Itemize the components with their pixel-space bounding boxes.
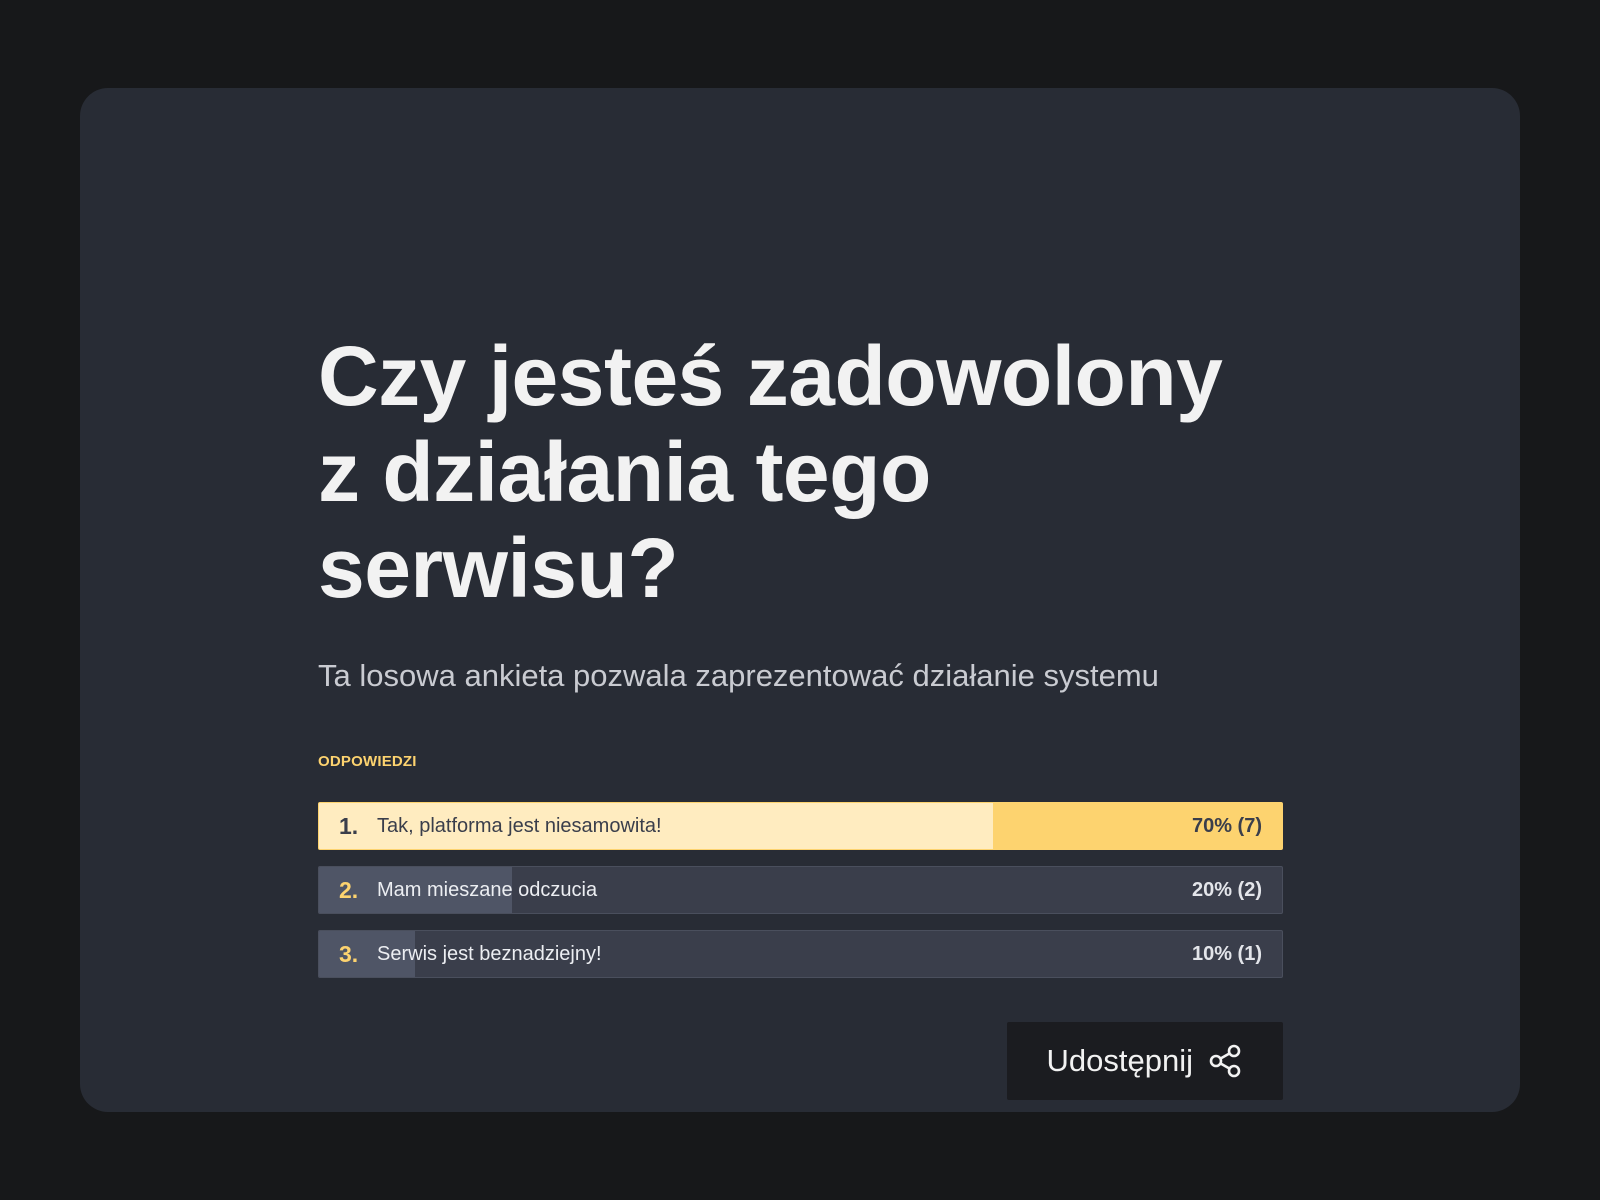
poll-description: Ta losowa ankieta pozwala zaprezentować … [318, 658, 1159, 693]
answers-heading: ODPOWIEDZI [318, 753, 417, 770]
answers-list: 1. Tak, platforma jest niesamowita! 70% … [318, 802, 1283, 978]
answer-number: 2. [339, 877, 359, 903]
answer-label: Mam mieszane odczucia [377, 879, 598, 901]
answer-number: 3. [339, 941, 359, 967]
share-icon [1207, 1043, 1243, 1079]
poll-content: Czy jesteś zadowolony z działania tego s… [318, 328, 1283, 1100]
share-row: Udostępnij [318, 1022, 1283, 1100]
answer-label: Tak, platforma jest niesamowita! [377, 815, 662, 837]
share-button[interactable]: Udostępnij [1006, 1022, 1283, 1100]
answer-label: Serwis jest beznadziejny! [377, 943, 602, 965]
poll-card: Czy jesteś zadowolony z działania tego s… [80, 88, 1520, 1112]
answer-result: 10% (1) [1191, 943, 1262, 965]
answer-result: 20% (2) [1191, 879, 1262, 901]
answer-result: 70% (7) [1191, 815, 1262, 837]
answer-row[interactable]: 1. Tak, platforma jest niesamowita! 70% … [318, 802, 1283, 850]
answer-number: 1. [339, 813, 359, 839]
share-button-label: Udostępnij [1046, 1043, 1193, 1078]
answer-row[interactable]: 3. Serwis jest beznadziejny! 10% (1) [318, 930, 1283, 978]
poll-question: Czy jesteś zadowolony z działania tego s… [318, 329, 1223, 615]
answer-row[interactable]: 2. Mam mieszane odczucia 20% (2) [318, 866, 1283, 914]
